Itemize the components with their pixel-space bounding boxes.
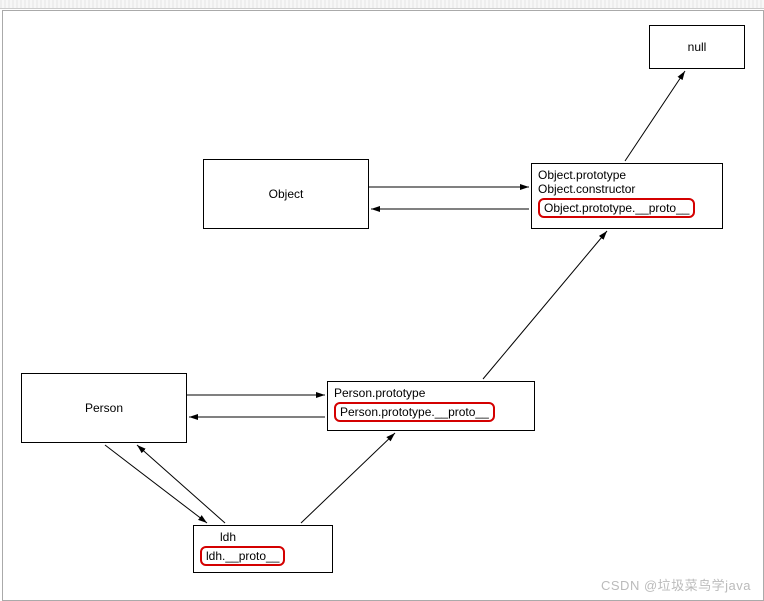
ldh-line1: ldh: [200, 530, 326, 544]
node-object: Object: [203, 159, 369, 229]
watermark: CSDN @垃圾菜鸟学java: [601, 575, 751, 594]
person-prototype-line1: Person.prototype: [334, 386, 528, 400]
object-prototype-line2: Object.constructor: [538, 182, 716, 196]
node-person-label: Person: [85, 401, 123, 415]
node-null-label: null: [688, 40, 707, 54]
diagram-canvas: null Object Object.prototype Object.cons…: [2, 10, 764, 601]
object-prototype-line1: Object.prototype: [538, 168, 716, 182]
node-object-prototype: Object.prototype Object.constructor Obje…: [531, 163, 723, 229]
object-prototype-proto-highlight: Object.prototype.__proto__: [538, 198, 695, 218]
node-object-label: Object: [269, 187, 304, 201]
app-toolbar: [0, 0, 764, 9]
node-person-prototype: Person.prototype Person.prototype.__prot…: [327, 381, 535, 431]
ldh-proto-highlight: ldh.__proto__: [200, 546, 285, 566]
diagram-arrows: [3, 11, 763, 600]
node-person: Person: [21, 373, 187, 443]
node-null: null: [649, 25, 745, 69]
person-prototype-proto-highlight: Person.prototype.__proto__: [334, 402, 495, 422]
node-ldh: ldh ldh.__proto__: [193, 525, 333, 573]
